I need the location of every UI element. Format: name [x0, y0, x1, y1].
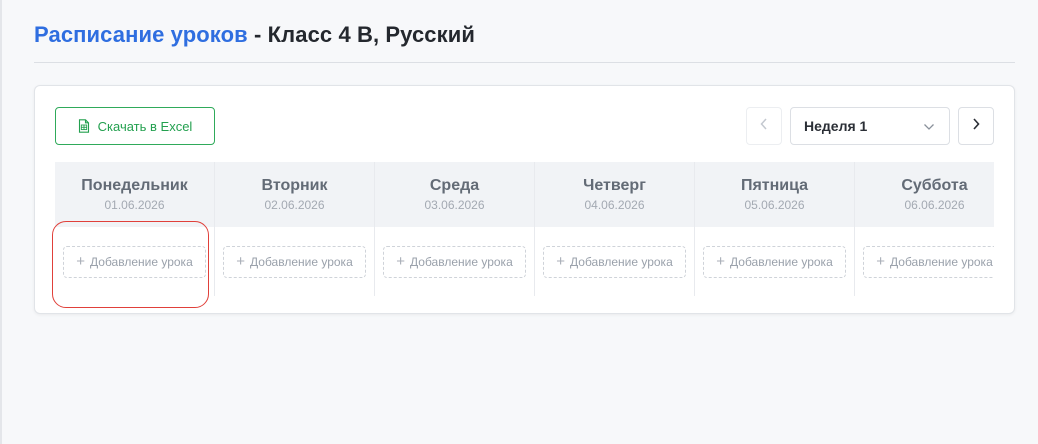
day-name: Четверг: [583, 177, 646, 194]
day-date: 02.06.2026: [264, 198, 325, 212]
day-name: Пятница: [740, 177, 809, 194]
add-lesson-label: Добавление урока: [250, 254, 353, 269]
page-title-main: Расписание уроков: [34, 22, 248, 47]
highlight-annotation: [52, 221, 209, 308]
chevron-left-icon: [759, 117, 769, 136]
day-lessons: + Добавление урока: [375, 227, 534, 296]
day-date: 04.06.2026: [584, 198, 645, 212]
plus-icon: +: [236, 253, 246, 270]
page-title: Расписание уроков - Класс 4 В, Русский: [34, 22, 1015, 63]
plus-icon: +: [716, 253, 726, 270]
day-header: Суббота 06.06.2026: [855, 162, 994, 227]
day-lessons: + Добавление урока: [855, 227, 994, 296]
day-lessons: + Добавление урока: [695, 227, 854, 296]
day-column-wednesday: Среда 03.06.2026 + Добавление урока: [375, 162, 535, 296]
day-header: Пятница 05.06.2026: [695, 162, 854, 227]
add-lesson-button[interactable]: + Добавление урока: [863, 245, 994, 278]
add-lesson-label: Добавление урока: [730, 254, 833, 269]
chevron-down-icon: [923, 118, 935, 134]
chevron-right-icon: [971, 117, 981, 136]
left-edge-divider: [0, 0, 2, 444]
week-select[interactable]: Неделя 1: [790, 107, 950, 145]
day-name: Среда: [429, 177, 480, 194]
add-lesson-label: Добавление урока: [410, 254, 513, 269]
add-lesson-button[interactable]: + Добавление урока: [543, 245, 686, 278]
day-header: Среда 03.06.2026: [375, 162, 534, 227]
spreadsheet-icon: [78, 119, 90, 133]
day-date: 01.06.2026: [104, 198, 165, 212]
day-lessons: + Добавление урока: [535, 227, 694, 296]
week-select-value: Неделя 1: [804, 118, 868, 134]
day-column-saturday: Суббота 06.06.2026 + Добавление урока: [855, 162, 994, 296]
next-week-button[interactable]: [958, 107, 994, 145]
plus-icon: +: [556, 253, 566, 270]
add-lesson-label: Добавление урока: [570, 254, 673, 269]
day-column-thursday: Четверг 04.06.2026 + Добавление урока: [535, 162, 695, 296]
day-lessons: + Добавление урока: [215, 227, 374, 296]
day-date: 05.06.2026: [744, 198, 805, 212]
plus-icon: +: [396, 253, 406, 270]
page-title-context: - Класс 4 В, Русский: [247, 22, 476, 47]
day-header: Понедельник 01.06.2026: [55, 162, 214, 227]
day-header: Вторник 02.06.2026: [215, 162, 374, 227]
add-lesson-button[interactable]: + Добавление урока: [703, 245, 846, 278]
day-column-tuesday: Вторник 02.06.2026 + Добавление урока: [215, 162, 375, 296]
add-lesson-button[interactable]: + Добавление урока: [223, 245, 366, 278]
day-header: Четверг 04.06.2026: [535, 162, 694, 227]
day-column-friday: Пятница 05.06.2026 + Добавление урока: [695, 162, 855, 296]
download-excel-label: Скачать в Excel: [97, 118, 193, 134]
day-name: Суббота: [901, 177, 968, 194]
plus-icon: +: [876, 253, 886, 270]
day-name: Понедельник: [81, 177, 188, 194]
day-date: 06.06.2026: [904, 198, 965, 212]
day-date: 03.06.2026: [424, 198, 485, 212]
download-excel-button[interactable]: Скачать в Excel: [55, 107, 215, 145]
previous-week-button[interactable]: [746, 107, 782, 145]
add-lesson-button[interactable]: + Добавление урока: [383, 245, 526, 278]
day-name: Вторник: [261, 177, 328, 194]
add-lesson-label: Добавление урока: [890, 254, 993, 269]
